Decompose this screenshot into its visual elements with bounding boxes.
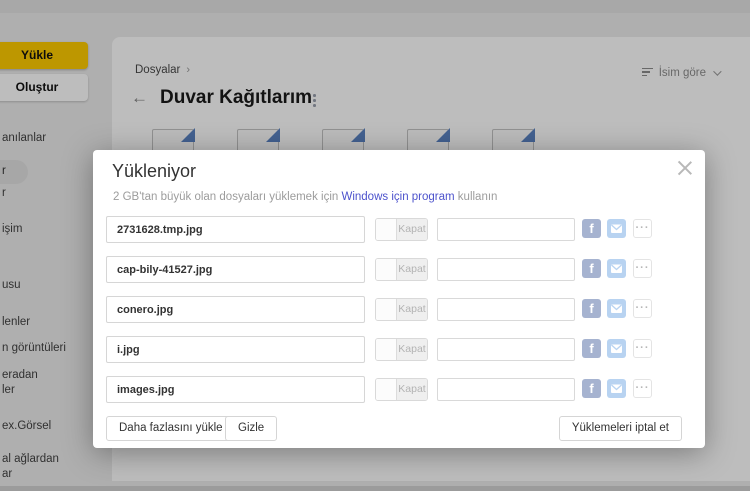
- yandex-disk-page: Dosyalar › ← Duvar Kağıtlarım İsim göre Y…: [0, 0, 750, 491]
- mail-share-icon[interactable]: [607, 379, 626, 398]
- progress-bar: [437, 218, 575, 241]
- toggle-knob: [376, 299, 397, 320]
- filename-input[interactable]: [106, 216, 365, 243]
- more-options-icon[interactable]: ···: [633, 259, 652, 278]
- more-options-icon[interactable]: ···: [633, 339, 652, 358]
- filename-input[interactable]: [106, 376, 365, 403]
- hide-button[interactable]: Gizle: [225, 416, 278, 441]
- progress-bar: [437, 258, 575, 281]
- toggle-knob: [376, 219, 397, 240]
- upload-row: × Kapat f ···: [93, 376, 705, 404]
- close-toggle[interactable]: Kapat: [375, 298, 428, 321]
- dialog-title: Yükleniyor: [112, 161, 197, 181]
- upload-more-button[interactable]: Daha fazlasını yükle: [106, 416, 236, 441]
- facebook-share-icon[interactable]: f: [582, 259, 601, 278]
- mail-share-icon[interactable]: [607, 299, 626, 318]
- upload-row: × Kapat f ···: [93, 256, 705, 284]
- filename-input[interactable]: [106, 336, 365, 363]
- size-limit-note: 2 GB'tan büyük olan dosyaları yüklemek i…: [113, 191, 498, 203]
- close-icon[interactable]: [675, 158, 695, 178]
- mail-share-icon[interactable]: [607, 339, 626, 358]
- upload-dialog: Yükleniyor 2 GB'tan büyük olan dosyaları…: [93, 150, 705, 448]
- upload-row: × Kapat f ···: [93, 216, 705, 244]
- toggle-knob: [376, 339, 397, 360]
- facebook-share-icon[interactable]: f: [582, 299, 601, 318]
- close-toggle[interactable]: Kapat: [375, 258, 428, 281]
- progress-bar: [437, 298, 575, 321]
- more-options-icon[interactable]: ···: [633, 219, 652, 238]
- more-options-icon[interactable]: ···: [633, 299, 652, 318]
- more-options-icon[interactable]: ···: [633, 379, 652, 398]
- windows-program-link[interactable]: Windows için program: [341, 191, 454, 203]
- cancel-uploads-button[interactable]: Yüklemeleri iptal et: [558, 416, 682, 441]
- upload-row: × Kapat f ···: [93, 296, 705, 324]
- progress-bar: [437, 378, 575, 401]
- close-toggle[interactable]: Kapat: [375, 218, 428, 241]
- close-toggle[interactable]: Kapat: [375, 378, 428, 401]
- facebook-share-icon[interactable]: f: [582, 339, 601, 358]
- toggle-knob: [376, 379, 397, 400]
- filename-input[interactable]: [106, 256, 365, 283]
- mail-share-icon[interactable]: [607, 259, 626, 278]
- close-toggle[interactable]: Kapat: [375, 338, 428, 361]
- facebook-share-icon[interactable]: f: [582, 379, 601, 398]
- progress-bar: [437, 338, 575, 361]
- facebook-share-icon[interactable]: f: [582, 219, 601, 238]
- upload-row: × Kapat f ···: [93, 336, 705, 364]
- mail-share-icon[interactable]: [607, 219, 626, 238]
- toggle-knob: [376, 259, 397, 280]
- filename-input[interactable]: [106, 296, 365, 323]
